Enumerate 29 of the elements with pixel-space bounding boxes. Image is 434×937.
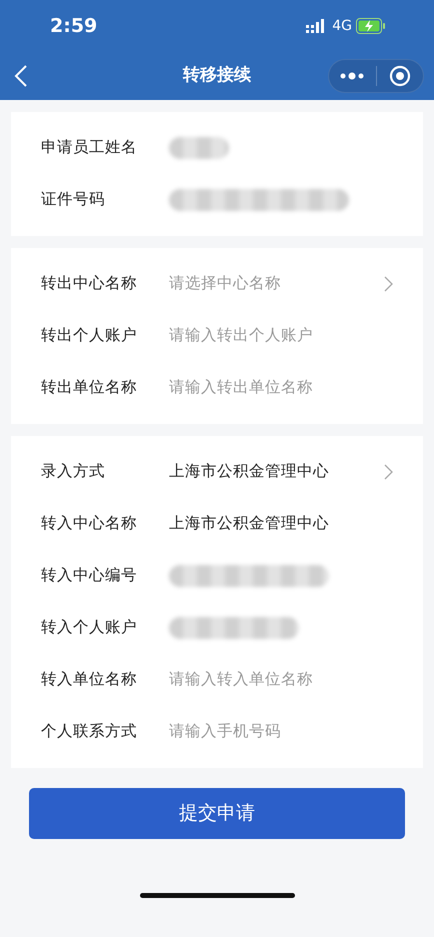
- input-field[interactable]: 请输入手机号码: [169, 720, 369, 744]
- back-button[interactable]: [14, 64, 28, 88]
- field-label: 转入中心编号: [41, 565, 138, 586]
- redacted-value: [169, 137, 229, 159]
- field-label: 转出个人账户: [41, 325, 138, 346]
- network-type: 4G: [332, 16, 352, 36]
- chevron-icon: [384, 464, 393, 480]
- select-field[interactable]: 上海市公积金管理中心: [169, 460, 393, 484]
- input-field[interactable]: 请输入转出单位名称: [169, 376, 369, 400]
- back-icon: [14, 64, 28, 88]
- field-label: 证件号码: [41, 189, 106, 210]
- field-value: 上海市公积金管理中心: [169, 513, 329, 534]
- submit-button[interactable]: 提交申请: [29, 788, 405, 839]
- battery-icon: [356, 18, 386, 34]
- field-label: 录入方式: [41, 461, 106, 482]
- input-field[interactable]: 请输入转入单位名称: [169, 668, 369, 692]
- more-icon: [339, 72, 366, 80]
- input-field[interactable]: 请输入转出个人账户: [169, 324, 369, 348]
- field-label: 个人联系方式: [41, 721, 138, 742]
- field-label: 转入单位名称: [41, 669, 138, 690]
- field-label: 转出中心名称: [41, 273, 138, 294]
- field-label: 转出单位名称: [41, 377, 138, 398]
- status-time: 2:59: [50, 14, 98, 39]
- field-label: 申请员工姓名: [41, 137, 138, 158]
- field-label: 转入中心名称: [41, 513, 138, 534]
- page-title: 转移接续: [183, 64, 251, 88]
- target-icon: [388, 65, 411, 87]
- chevron-icon: [384, 276, 393, 292]
- field-label: 转入个人账户: [41, 617, 138, 638]
